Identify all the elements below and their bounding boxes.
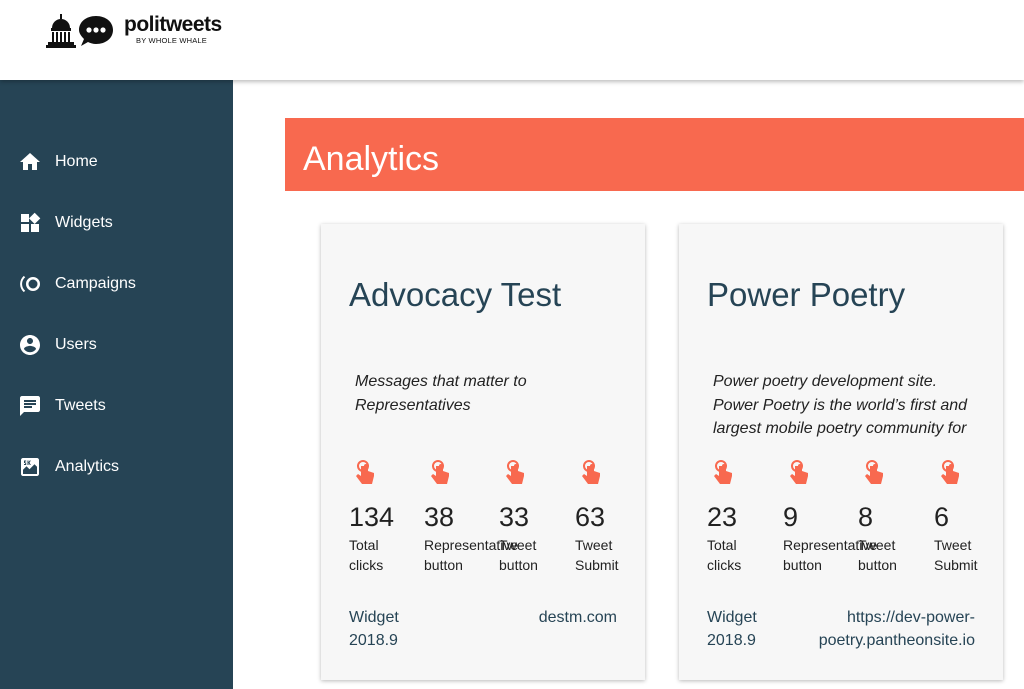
tap-icon <box>356 460 374 484</box>
sidebar-item-label: Home <box>55 153 98 170</box>
tap-icon <box>714 460 732 484</box>
widget-version: Widget 2018.9 <box>707 609 757 649</box>
sidebar-item-home[interactable]: Home <box>0 140 233 184</box>
sidebar: Home Widgets Campaigns Users Tweets Anal… <box>0 80 233 689</box>
sidebar-item-label: Tweets <box>55 397 106 414</box>
stat-representative-button: 9 Representative button <box>783 460 878 575</box>
stat-tweet-submit: 6 Tweet Submit <box>934 460 1010 575</box>
top-bar: politweets BY WHOLE WHALE <box>0 0 1024 80</box>
stat-value: 6 <box>934 502 950 532</box>
card-title: Power Poetry <box>707 276 906 313</box>
stat-label: Tweet Submit <box>575 537 619 573</box>
logo-text: politweets BY WHOLE WHALE <box>124 12 222 45</box>
sidebar-item-widgets[interactable]: Widgets <box>0 201 233 245</box>
sidebar-item-analytics[interactable]: Analytics <box>0 445 233 489</box>
capitol-icon <box>46 14 76 48</box>
users-icon <box>17 332 43 358</box>
stat-value: 134 <box>349 502 395 532</box>
stat-label: Tweet Submit <box>934 537 978 573</box>
tap-icon <box>865 460 883 484</box>
stat-value: 23 <box>707 502 738 532</box>
sidebar-item-label: Campaigns <box>55 275 136 292</box>
stat-value: 9 <box>783 502 799 532</box>
sidebar-item-tweets[interactable]: Tweets <box>0 384 233 428</box>
stat-label: Representative button <box>424 537 519 573</box>
tap-icon <box>941 460 959 484</box>
campaign-card[interactable]: Power Poetry Power poetry development si… <box>679 224 1003 680</box>
card-description: Power poetry development site. Power Poe… <box>713 373 968 437</box>
stat-value: 33 <box>499 502 530 532</box>
sidebar-item-label: Widgets <box>55 214 113 231</box>
stat-representative-button: 38 Representative button <box>424 460 519 575</box>
card-description: Messages that matter to Representatives <box>355 373 527 414</box>
logo-title: politweets <box>124 12 222 36</box>
widgets-icon <box>17 210 43 236</box>
campaign-card[interactable]: Advocacy Test Messages that matter to Re… <box>321 224 645 680</box>
stat-label: Tweet button <box>499 537 538 573</box>
analytics-icon <box>17 454 43 480</box>
chat-bubble-icon <box>79 16 113 46</box>
sidebar-item-label: Users <box>55 336 97 353</box>
campaigns-icon <box>17 271 43 297</box>
page-header-banner: Analytics <box>285 118 1024 191</box>
stat-tweet-button: 8 Tweet button <box>858 460 934 575</box>
tap-icon <box>582 460 600 484</box>
card-title: Advocacy Test <box>349 276 562 313</box>
page-title: Analytics <box>303 140 440 178</box>
sidebar-item-label: Analytics <box>55 458 120 475</box>
stat-tweet-button: 33 Tweet button <box>499 460 575 575</box>
stat-total-clicks: 134 Total clicks <box>349 460 425 575</box>
stat-tweet-submit: 63 Tweet Submit <box>575 460 651 575</box>
site-link[interactable]: https://dev-power- poetry.pantheonsite.i… <box>819 606 975 652</box>
site-link[interactable]: destm.com <box>539 606 617 629</box>
widget-version: Widget 2018.9 <box>349 609 399 649</box>
tweets-icon <box>17 393 43 419</box>
stat-value: 38 <box>424 502 455 532</box>
logo-subtitle: BY WHOLE WHALE <box>136 35 208 45</box>
stat-label: Representative button <box>783 537 878 573</box>
tap-icon <box>790 460 808 484</box>
app-logo[interactable]: politweets BY WHOLE WHALE <box>46 12 222 48</box>
stat-value: 63 <box>575 502 606 532</box>
stat-label: Tweet button <box>858 537 897 573</box>
tap-icon <box>506 460 524 484</box>
stat-label: Total clicks <box>349 537 384 573</box>
sidebar-item-campaigns[interactable]: Campaigns <box>0 262 233 306</box>
home-icon <box>17 149 43 175</box>
tap-icon <box>431 460 449 484</box>
stat-label: Total clicks <box>707 537 742 573</box>
sidebar-item-users[interactable]: Users <box>0 323 233 367</box>
stat-total-clicks: 23 Total clicks <box>707 460 783 575</box>
stat-value: 8 <box>858 502 874 532</box>
